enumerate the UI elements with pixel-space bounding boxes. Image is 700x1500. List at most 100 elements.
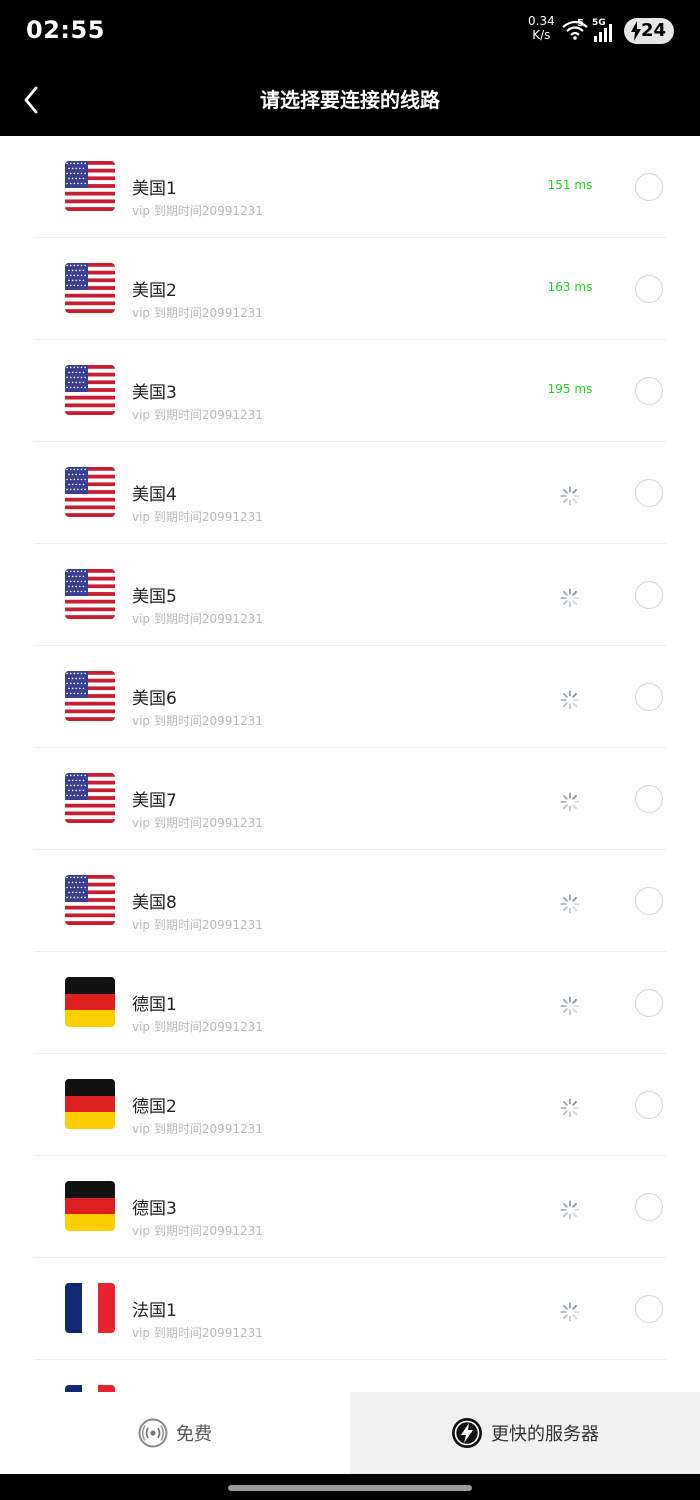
charging-bolt-icon: [631, 21, 641, 41]
tab-fast-label: 更快的服务器: [491, 1424, 599, 1445]
loading-spinner-icon: [560, 894, 580, 914]
battery-level: 24: [640, 20, 666, 41]
tab-free-label: 免费: [176, 1424, 212, 1445]
server-radio-button[interactable]: [635, 275, 663, 303]
flag-us-icon: [65, 365, 115, 415]
server-expiry: vip 到期时间20991231: [132, 816, 263, 830]
loading-spinner-icon: [560, 792, 580, 812]
flag-fr-icon: [65, 1385, 115, 1392]
server-row[interactable]: 德国3 vip 到期时间20991231: [34, 1156, 666, 1258]
net-speed-unit: K/s: [532, 28, 551, 42]
server-radio-button[interactable]: [635, 581, 663, 609]
wifi-version: 5: [577, 18, 584, 29]
flag-us-icon: [65, 671, 115, 721]
latency-label: 151 ms: [547, 178, 593, 192]
broadcast-icon: [138, 1418, 168, 1448]
server-radio-button[interactable]: [635, 989, 663, 1017]
server-row[interactable]: 法国1 vip 到期时间20991231: [34, 1258, 666, 1360]
bottom-tab-bar: 免费 更快的服务器: [0, 1392, 700, 1474]
status-bar: 02:55 0.34 K/s 5 5G 24: [0, 0, 700, 64]
app-header: 请选择要连接的线路: [0, 64, 700, 136]
latency-label: 195 ms: [547, 382, 593, 396]
server-name: 美国5: [132, 587, 177, 607]
server-radio-button[interactable]: [635, 683, 663, 711]
home-indicator[interactable]: [228, 1485, 472, 1491]
server-name: 美国2: [132, 281, 177, 301]
server-name: 德国2: [132, 1097, 177, 1117]
server-radio-button[interactable]: [635, 173, 663, 201]
latency-label: 163 ms: [547, 280, 593, 294]
server-row[interactable]: 美国3 vip 到期时间20991231 195 ms: [34, 340, 666, 442]
server-select-screen: 02:55 0.34 K/s 5 5G 24 请选择要连接的线路 美国1 vip…: [0, 0, 700, 1500]
loading-spinner-icon: [560, 1200, 580, 1220]
server-row[interactable]: 美国1 vip 到期时间20991231 151 ms: [34, 136, 666, 238]
flag-us-icon: [65, 161, 115, 211]
page-title: 请选择要连接的线路: [260, 88, 440, 112]
server-expiry: vip 到期时间20991231: [132, 1224, 263, 1238]
server-radio-button[interactable]: [635, 377, 663, 405]
server-radio-button[interactable]: [635, 1193, 663, 1221]
flag-de-icon: [65, 1181, 115, 1231]
loading-spinner-icon: [560, 996, 580, 1016]
server-name: 美国6: [132, 689, 177, 709]
server-row[interactable]: 美国6 vip 到期时间20991231: [34, 646, 666, 748]
battery-indicator: 24: [624, 18, 674, 44]
server-name: 德国3: [132, 1199, 177, 1219]
chevron-left-icon: [24, 86, 38, 114]
flag-fr-icon: [65, 1283, 115, 1333]
net-speed-value: 0.34: [528, 14, 555, 28]
flag-us-icon: [65, 569, 115, 619]
back-button[interactable]: [14, 80, 54, 120]
server-row[interactable]: 美国5 vip 到期时间20991231: [34, 544, 666, 646]
server-name: 美国7: [132, 791, 177, 811]
loading-spinner-icon: [560, 486, 580, 506]
server-expiry: vip 到期时间20991231: [132, 612, 263, 626]
server-name: 美国3: [132, 383, 177, 403]
flag-us-icon: [65, 875, 115, 925]
loading-spinner-icon: [560, 1302, 580, 1322]
loading-spinner-icon: [560, 588, 580, 608]
flag-de-icon: [65, 1079, 115, 1129]
server-radio-button[interactable]: [635, 785, 663, 813]
server-row[interactable]: 德国1 vip 到期时间20991231: [34, 952, 666, 1054]
server-name: 美国4: [132, 485, 177, 505]
server-name: 法国1: [132, 1301, 177, 1321]
server-expiry: vip 到期时间20991231: [132, 714, 263, 728]
server-expiry: vip 到期时间20991231: [132, 1326, 263, 1340]
flag-us-icon: [65, 773, 115, 823]
server-expiry: vip 到期时间20991231: [132, 510, 263, 524]
server-row[interactable]: 美国7 vip 到期时间20991231: [34, 748, 666, 850]
server-name: 美国1: [132, 179, 177, 199]
server-row[interactable]: 德国2 vip 到期时间20991231: [34, 1054, 666, 1156]
server-radio-button[interactable]: [635, 479, 663, 507]
server-name: 美国8: [132, 893, 177, 913]
flag-us-icon: [65, 467, 115, 517]
server-radio-button[interactable]: [635, 1091, 663, 1119]
server-list[interactable]: 美国1 vip 到期时间20991231 151 ms 美国2 vip 到期时间…: [0, 136, 700, 1392]
net-speed: 0.34 K/s: [528, 14, 555, 42]
flag-us-icon: [65, 263, 115, 313]
server-row[interactable]: 美国2 vip 到期时间20991231 163 ms: [34, 238, 666, 340]
server-row[interactable]: 美国8 vip 到期时间20991231: [34, 850, 666, 952]
tab-free[interactable]: 免费: [0, 1392, 350, 1474]
server-row[interactable]: 美国4 vip 到期时间20991231: [34, 442, 666, 544]
lightning-icon: [452, 1418, 482, 1448]
server-expiry: vip 到期时间20991231: [132, 408, 263, 422]
loading-spinner-icon: [560, 690, 580, 710]
flag-de-icon: [65, 977, 115, 1027]
server-radio-button[interactable]: [635, 887, 663, 915]
loading-spinner-icon: [560, 1098, 580, 1118]
server-expiry: vip 到期时间20991231: [132, 1122, 263, 1136]
tab-fast-servers[interactable]: 更快的服务器: [350, 1392, 700, 1474]
server-expiry: vip 到期时间20991231: [132, 204, 263, 218]
server-row-partial[interactable]: [34, 1360, 666, 1392]
status-time: 02:55: [26, 16, 105, 44]
server-expiry: vip 到期时间20991231: [132, 918, 263, 932]
server-name: 德国1: [132, 995, 177, 1015]
system-nav-bar: [0, 1474, 700, 1500]
server-expiry: vip 到期时间20991231: [132, 306, 263, 320]
server-radio-button[interactable]: [635, 1295, 663, 1323]
server-expiry: vip 到期时间20991231: [132, 1020, 263, 1034]
wifi-icon: [562, 20, 588, 40]
signal-icon: [594, 24, 612, 42]
